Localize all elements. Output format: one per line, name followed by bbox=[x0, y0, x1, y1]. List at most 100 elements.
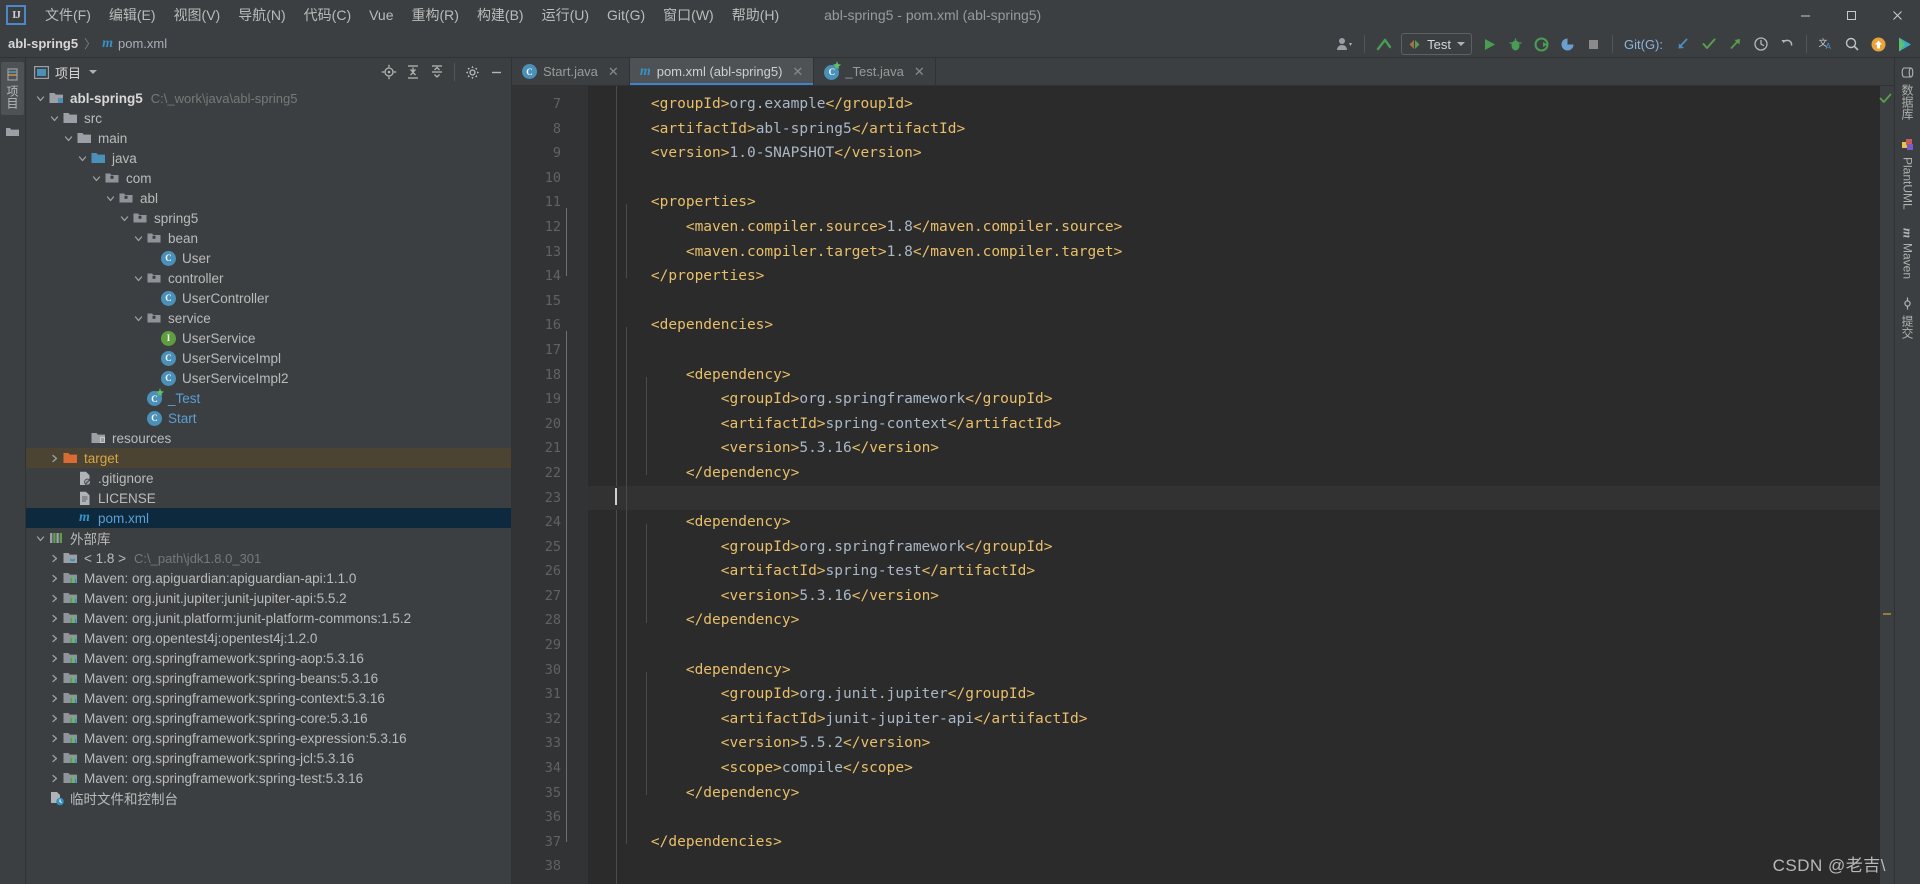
tree-row[interactable]: target bbox=[26, 448, 511, 468]
tree-row[interactable]: 外部库 bbox=[26, 528, 511, 548]
code-line[interactable]: <groupId>org.junit.jupiter</groupId> bbox=[588, 682, 1894, 707]
translate-icon[interactable]: 文 A bbox=[1814, 32, 1838, 56]
line-number[interactable]: 23 bbox=[512, 486, 588, 511]
git-commit-icon[interactable] bbox=[1697, 32, 1721, 56]
menu-build[interactable]: 构建(B) bbox=[468, 2, 533, 28]
line-number[interactable]: 10 bbox=[512, 166, 588, 191]
editor-tab[interactable]: C Start.java ✕ bbox=[512, 58, 630, 85]
tree-row[interactable]: C User bbox=[26, 248, 511, 268]
code-line[interactable]: <maven.compiler.target>1.8</maven.compil… bbox=[588, 240, 1894, 265]
code-line[interactable] bbox=[588, 485, 1894, 511]
user-account-icon[interactable] bbox=[1333, 32, 1357, 56]
tree-row[interactable]: resources bbox=[26, 428, 511, 448]
chevron-right-icon[interactable] bbox=[48, 592, 61, 605]
right-tab-commit[interactable]: 提交 bbox=[1899, 295, 1916, 341]
chevron-right-icon[interactable] bbox=[48, 752, 61, 765]
project-tree[interactable]: abl-spring5 C:\_work\java\abl-spring5 src m… bbox=[26, 86, 511, 884]
code-line[interactable]: <maven.compiler.source>1.8</maven.compil… bbox=[588, 215, 1894, 240]
menu-view[interactable]: 视图(V) bbox=[165, 2, 230, 28]
line-number[interactable]: 21 bbox=[512, 436, 588, 461]
line-number[interactable]: 33 bbox=[512, 731, 588, 756]
line-number[interactable]: 25 bbox=[512, 535, 588, 560]
line-number[interactable]: 18 bbox=[512, 363, 588, 388]
menu-help[interactable]: 帮助(H) bbox=[723, 2, 788, 28]
chevron-right-icon[interactable] bbox=[48, 452, 61, 465]
menu-vue[interactable]: Vue bbox=[360, 4, 402, 26]
code-line[interactable]: <version>5.3.16</version> bbox=[588, 584, 1894, 609]
tree-row[interactable]: spring5 bbox=[26, 208, 511, 228]
line-number[interactable]: 19 bbox=[512, 387, 588, 412]
line-number[interactable]: 24 bbox=[512, 510, 588, 535]
chevron-down-icon[interactable] bbox=[90, 172, 103, 185]
line-number[interactable]: 27 bbox=[512, 584, 588, 609]
code-line[interactable]: <dependency> bbox=[588, 510, 1894, 535]
line-number[interactable]: 11 bbox=[512, 190, 588, 215]
tree-row[interactable]: C UserServiceImpl bbox=[26, 348, 511, 368]
tree-row[interactable]: Maven: org.springframework:spring-contex… bbox=[26, 688, 511, 708]
tree-row[interactable]: Maven: org.junit.platform:junit-platform… bbox=[26, 608, 511, 628]
code-line[interactable]: <dependency> bbox=[588, 363, 1894, 388]
stop-button[interactable] bbox=[1581, 32, 1605, 56]
tree-row[interactable]: Maven: org.apiguardian:apiguardian-api:1… bbox=[26, 568, 511, 588]
tree-row[interactable]: m pom.xml bbox=[26, 508, 511, 528]
line-number[interactable]: 22 bbox=[512, 461, 588, 486]
run-button[interactable] bbox=[1477, 32, 1501, 56]
close-button[interactable] bbox=[1874, 0, 1920, 30]
chevron-right-icon[interactable] bbox=[48, 772, 61, 785]
sidebar-tab-project[interactable]: 项目 bbox=[1, 62, 24, 115]
chevron-right-icon[interactable] bbox=[48, 692, 61, 705]
collapse-all-icon[interactable] bbox=[426, 61, 448, 83]
code-line[interactable]: <dependencies> bbox=[588, 313, 1894, 338]
chevron-right-icon[interactable] bbox=[48, 612, 61, 625]
menu-window[interactable]: 窗口(W) bbox=[654, 2, 723, 28]
line-number[interactable]: 8 bbox=[512, 117, 588, 142]
sidebar-structure-icon[interactable] bbox=[3, 121, 23, 141]
tree-row[interactable]: C _Test bbox=[26, 387, 511, 408]
code-line[interactable] bbox=[588, 338, 1894, 363]
code-line[interactable] bbox=[588, 854, 1894, 879]
code-line[interactable]: <version>1.0-SNAPSHOT</version> bbox=[588, 141, 1894, 166]
close-tab-icon[interactable]: ✕ bbox=[792, 64, 803, 80]
line-number[interactable]: 16 bbox=[512, 313, 588, 338]
tree-row[interactable]: bean bbox=[26, 228, 511, 248]
menu-run[interactable]: 运行(U) bbox=[533, 2, 598, 28]
tree-row[interactable]: LICENSE bbox=[26, 488, 511, 508]
code-line[interactable]: <dependency> bbox=[588, 658, 1894, 683]
code-line[interactable]: <version>5.3.16</version> bbox=[588, 436, 1894, 461]
hide-panel-icon[interactable] bbox=[485, 61, 507, 83]
locate-icon[interactable] bbox=[378, 61, 400, 83]
code-line[interactable]: </dependency> bbox=[588, 781, 1894, 806]
line-number[interactable]: 9 bbox=[512, 141, 588, 166]
chevron-down-icon[interactable] bbox=[132, 232, 145, 245]
code-line[interactable]: <version>5.5.2</version> bbox=[588, 731, 1894, 756]
chevron-down-icon[interactable] bbox=[34, 532, 47, 545]
code-line[interactable]: </project> bbox=[588, 879, 1894, 884]
search-icon[interactable] bbox=[1840, 32, 1864, 56]
code-line[interactable]: <artifactId>junit-jupiter-api</artifactI… bbox=[588, 707, 1894, 732]
right-tab-database[interactable]: 数据库 bbox=[1899, 64, 1916, 122]
tree-row[interactable]: Maven: org.springframework:spring-test:5… bbox=[26, 768, 511, 788]
git-push-icon[interactable] bbox=[1723, 32, 1747, 56]
chevron-down-icon[interactable] bbox=[104, 192, 117, 205]
close-tab-icon[interactable]: ✕ bbox=[608, 64, 619, 80]
chevron-right-icon[interactable] bbox=[48, 672, 61, 685]
code-line[interactable]: <scope>compile</scope> bbox=[588, 756, 1894, 781]
editor-tab[interactable]: C _Test.java ✕ bbox=[814, 58, 936, 85]
settings-icon[interactable] bbox=[461, 61, 483, 83]
breadcrumb-project[interactable]: abl-spring5 bbox=[8, 36, 78, 51]
code-line[interactable]: <artifactId>abl-spring5</artifactId> bbox=[588, 117, 1894, 142]
code-line[interactable]: </dependency> bbox=[588, 608, 1894, 633]
code-line[interactable]: <properties> bbox=[588, 190, 1894, 215]
menu-refactor[interactable]: 重构(R) bbox=[403, 2, 468, 28]
tree-row[interactable]: controller bbox=[26, 268, 511, 288]
chevron-down-icon[interactable] bbox=[132, 272, 145, 285]
chevron-down-icon[interactable] bbox=[76, 152, 89, 165]
menu-code[interactable]: 代码(C) bbox=[295, 2, 360, 28]
code-line[interactable]: <groupId>org.springframework</groupId> bbox=[588, 387, 1894, 412]
chevron-down-icon[interactable] bbox=[34, 92, 47, 105]
tree-row[interactable]: Maven: org.junit.jupiter:junit-jupiter-a… bbox=[26, 588, 511, 608]
update-available-icon[interactable] bbox=[1866, 32, 1890, 56]
right-tab-maven[interactable]: m Maven bbox=[1900, 226, 1916, 281]
menu-git[interactable]: Git(G) bbox=[598, 4, 654, 26]
code-line[interactable]: <groupId>org.springframework</groupId> bbox=[588, 535, 1894, 560]
